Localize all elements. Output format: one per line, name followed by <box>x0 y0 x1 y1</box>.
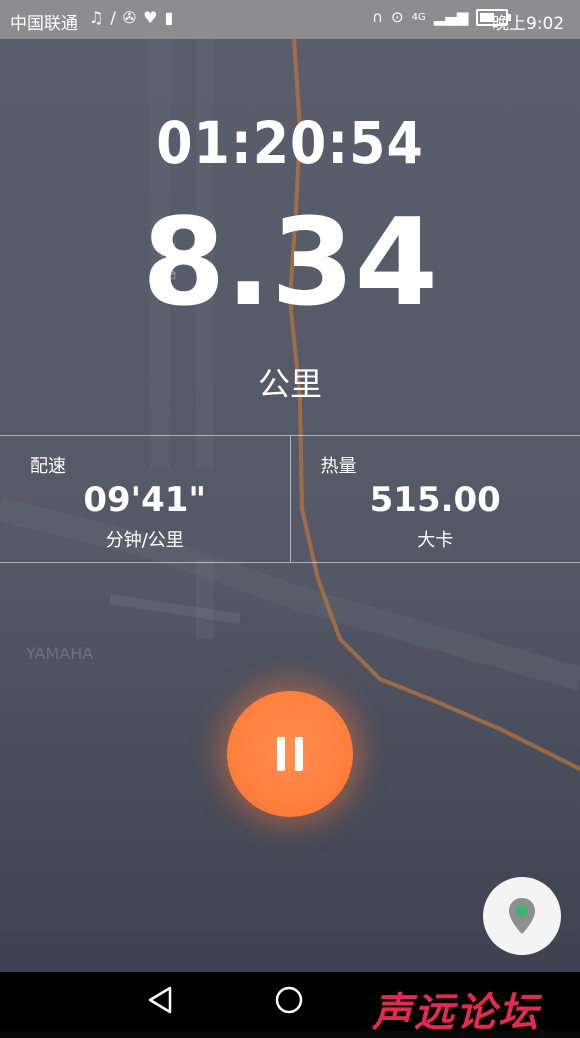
status-bar: 中国联通 ♫ / ✇ ♥ ▮ ∩ ⊙ 4G ▂▄▆ 晚上9:02 <box>0 0 580 39</box>
pause-button[interactable] <box>227 691 353 817</box>
carrier-name: 中国联通 <box>10 9 78 34</box>
workout-screen: 海 川 路 YAMAHA 01:20:54 8.34 公里 配速 09'41" … <box>0 39 580 972</box>
home-circle-icon[interactable] <box>274 985 304 1015</box>
calories-label: 热量 <box>321 452 357 478</box>
signal-bars-icon: ▂▄▆ <box>434 8 469 26</box>
headphones-icon: ∩ <box>372 8 383 26</box>
calories-unit: 大卡 <box>291 526 580 552</box>
battery-small-icon: ▮ <box>164 8 173 27</box>
location-icon: ⊙ <box>391 8 404 26</box>
status-icons-left: ♫ / ✇ ♥ ▮ <box>89 8 173 27</box>
heart-icon: ♥ <box>143 8 157 27</box>
navigation-bar: 声远论坛 <box>0 972 580 1031</box>
music-icon: ♫ <box>89 8 103 27</box>
calories-stat: 热量 515.00 大卡 <box>290 436 580 562</box>
status-icons-right: ∩ ⊙ 4G ▂▄▆ <box>372 8 508 26</box>
pace-value: 09'41" <box>0 480 290 520</box>
elapsed-time: 01:20:54 <box>0 109 580 177</box>
locate-button[interactable] <box>483 877 561 955</box>
location-pin-icon <box>507 896 537 936</box>
running-icon: ✇ <box>123 8 136 27</box>
pace-stat: 配速 09'41" 分钟/公里 <box>0 436 290 562</box>
place-label: YAMAHA <box>25 644 93 663</box>
distance-unit: 公里 <box>0 359 580 405</box>
pace-unit: 分钟/公里 <box>0 526 290 552</box>
watermark-logo: 声远论坛 <box>372 980 540 1038</box>
back-triangle-icon[interactable] <box>146 985 174 1015</box>
stats-panel: 配速 09'41" 分钟/公里 热量 515.00 大卡 <box>0 435 580 563</box>
pause-icon <box>272 737 308 771</box>
pace-label: 配速 <box>30 452 66 478</box>
network-type: 4G <box>412 12 426 23</box>
calories-value: 515.00 <box>291 480 580 520</box>
signal-icon: / <box>110 8 115 27</box>
distance-value: 8.34 <box>0 204 580 324</box>
clock: 晚上9:02 <box>492 9 564 34</box>
